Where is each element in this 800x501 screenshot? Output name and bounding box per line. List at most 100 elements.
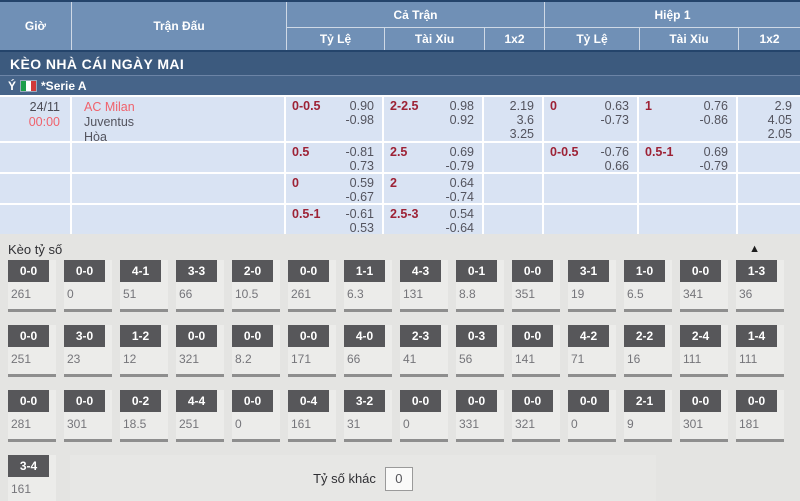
h1-handicap-cell[interactable]: 0-0.5-0.760.66 (544, 143, 637, 172)
score-button[interactable]: 0-2 (120, 390, 161, 412)
score-button[interactable]: 0-0 (8, 325, 49, 347)
score-tile[interactable]: 0-0331 (456, 390, 504, 442)
score-tile[interactable]: 2-341 (400, 325, 448, 377)
score-tile[interactable]: 0-0261 (8, 260, 56, 312)
score-button[interactable]: 3-2 (344, 390, 385, 412)
score-button[interactable]: 0-0 (288, 325, 329, 347)
score-tile[interactable]: 3-023 (64, 325, 112, 377)
score-button[interactable]: 1-4 (736, 325, 777, 347)
score-button[interactable]: 0-0 (512, 325, 553, 347)
score-tile[interactable]: 2-4111 (680, 325, 728, 377)
score-button[interactable]: 0-0 (232, 325, 273, 347)
score-button[interactable]: 0-0 (680, 390, 721, 412)
score-tile[interactable]: 0-0171 (288, 325, 336, 377)
team-name[interactable]: AC Milan (84, 100, 284, 115)
score-tile[interactable]: 2-216 (624, 325, 672, 377)
score-tile[interactable]: 0-0281 (8, 390, 56, 442)
ft-handicap-cell[interactable]: 00.59-0.67 (286, 174, 382, 203)
score-button[interactable]: 0-0 (64, 390, 105, 412)
score-button[interactable]: 0-0 (456, 390, 497, 412)
score-tile[interactable]: 2-19 (624, 390, 672, 442)
score-button[interactable]: 4-4 (176, 390, 217, 412)
score-button[interactable]: 0-0 (232, 390, 273, 412)
score-button[interactable]: 4-1 (120, 260, 161, 282)
h1-handicap-cell[interactable]: 00.63-0.73 (544, 97, 637, 141)
team-name[interactable]: Juventus (84, 115, 284, 130)
score-button[interactable]: 0-0 (8, 390, 49, 412)
score-tile[interactable]: 0-00 (400, 390, 448, 442)
score-tile[interactable]: 4-066 (344, 325, 392, 377)
ft-handicap-cell[interactable]: 0.5-1-0.610.53 (286, 205, 382, 234)
score-tile[interactable]: 0-0141 (512, 325, 560, 377)
ft-1x2-cell[interactable]: 2.193.63.25 (484, 97, 542, 141)
score-tile[interactable]: 2-010.5 (232, 260, 280, 312)
score-tile[interactable]: 0-218.5 (120, 390, 168, 442)
score-tile[interactable]: 0-0181 (736, 390, 784, 442)
score-button[interactable]: 0-0 (512, 390, 553, 412)
ft-over-under-cell[interactable]: 2.50.69-0.79 (384, 143, 482, 172)
score-tile[interactable]: 4-4251 (176, 390, 224, 442)
score-tile[interactable]: 0-00 (568, 390, 616, 442)
score-button[interactable]: 4-2 (568, 325, 609, 347)
score-button[interactable]: 3-4 (8, 455, 49, 477)
score-tile[interactable]: 0-0251 (8, 325, 56, 377)
score-tile[interactable]: 1-4111 (736, 325, 784, 377)
ft-handicap-cell[interactable]: 0.5-0.810.73 (286, 143, 382, 172)
score-tile[interactable]: 0-08.2 (232, 325, 280, 377)
score-tile[interactable]: 0-18.8 (456, 260, 504, 312)
score-tile[interactable]: 4-151 (120, 260, 168, 312)
score-tile[interactable]: 1-06.5 (624, 260, 672, 312)
score-button[interactable]: 3-0 (64, 325, 105, 347)
score-button[interactable]: 0-0 (680, 260, 721, 282)
score-tile[interactable]: 0-4161 (288, 390, 336, 442)
score-tile[interactable]: 3-366 (176, 260, 224, 312)
score-button[interactable]: 1-3 (736, 260, 777, 282)
score-button[interactable]: 3-3 (176, 260, 217, 282)
score-button[interactable]: 2-2 (624, 325, 665, 347)
score-tile[interactable]: 0-0341 (680, 260, 728, 312)
team-name[interactable]: Hòa (84, 130, 284, 141)
score-button[interactable]: 1-1 (344, 260, 385, 282)
score-button[interactable]: 4-3 (400, 260, 441, 282)
score-tile[interactable]: 0-0261 (288, 260, 336, 312)
score-button[interactable]: 0-0 (64, 260, 105, 282)
league-row[interactable]: Ý *Serie A (0, 75, 800, 97)
score-tile[interactable]: 1-336 (736, 260, 784, 312)
ft-over-under-cell[interactable]: 20.64-0.74 (384, 174, 482, 203)
score-button[interactable]: 4-0 (344, 325, 385, 347)
h1-over-under-cell[interactable]: 10.76-0.86 (639, 97, 736, 141)
score-tile[interactable]: 0-356 (456, 325, 504, 377)
score-tile[interactable]: 3-4161 (8, 455, 56, 501)
score-button[interactable]: 2-3 (400, 325, 441, 347)
score-tile[interactable]: 1-212 (120, 325, 168, 377)
score-button[interactable]: 1-2 (120, 325, 161, 347)
score-tile[interactable]: 3-119 (568, 260, 616, 312)
other-score-input[interactable]: 0 (385, 467, 413, 491)
score-button[interactable]: 1-0 (624, 260, 665, 282)
score-button[interactable]: 0-0 (736, 390, 777, 412)
score-button[interactable]: 0-1 (456, 260, 497, 282)
score-button[interactable]: 0-0 (8, 260, 49, 282)
h1-over-under-cell[interactable]: 0.5-10.69-0.79 (639, 143, 736, 172)
score-button[interactable]: 0-4 (288, 390, 329, 412)
ft-handicap-cell[interactable]: 0-0.50.90-0.98 (286, 97, 382, 141)
score-button[interactable]: 3-1 (568, 260, 609, 282)
score-button[interactable]: 0-3 (456, 325, 497, 347)
score-button[interactable]: 0-0 (568, 390, 609, 412)
score-button[interactable]: 0-0 (288, 260, 329, 282)
score-button[interactable]: 0-0 (512, 260, 553, 282)
score-button[interactable]: 0-0 (176, 325, 217, 347)
score-tile[interactable]: 1-16.3 (344, 260, 392, 312)
ft-over-under-cell[interactable]: 2.5-30.54-0.64 (384, 205, 482, 234)
score-tile[interactable]: 0-00 (232, 390, 280, 442)
score-tile[interactable]: 0-0351 (512, 260, 560, 312)
score-tile[interactable]: 0-0301 (680, 390, 728, 442)
score-tile[interactable]: 0-00 (64, 260, 112, 312)
score-button[interactable]: 2-0 (232, 260, 273, 282)
score-tile[interactable]: 4-3131 (400, 260, 448, 312)
score-button[interactable]: 0-0 (400, 390, 441, 412)
ft-over-under-cell[interactable]: 2-2.50.980.92 (384, 97, 482, 141)
score-tile[interactable]: 3-231 (344, 390, 392, 442)
score-tile[interactable]: 4-271 (568, 325, 616, 377)
score-tile[interactable]: 0-0301 (64, 390, 112, 442)
